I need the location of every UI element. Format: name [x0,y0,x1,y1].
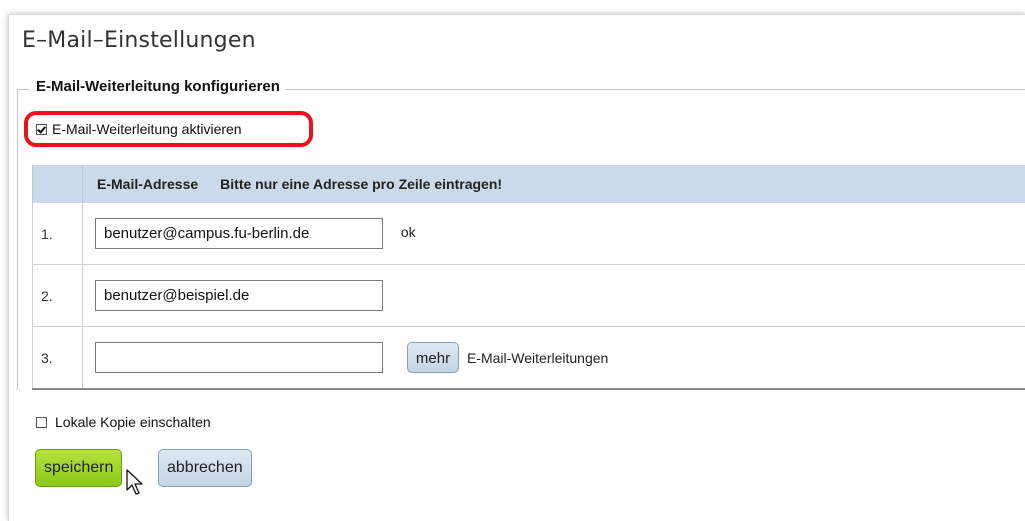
mouse-pointer-icon [126,469,146,497]
forward-address-input-3[interactable] [95,342,383,373]
activate-forwarding-checkbox[interactable] [36,124,47,135]
table-header-number [33,165,83,203]
header-address: E-Mail-Adresse [97,176,198,192]
activate-forwarding-label[interactable]: E-Mail-Weiterleitung aktivieren [52,121,242,137]
table-row: 2. [33,265,1025,327]
address-status-ok: ok [401,224,416,240]
more-forwardings-label: E-Mail-Weiterleitungen [467,350,608,366]
local-copy-label[interactable]: Lokale Kopie einschalten [55,414,211,430]
forward-address-input-2[interactable] [95,280,383,311]
table-header: E-Mail-Adresse Bitte nur eine Adresse pro… [83,165,1025,203]
row-number: 2. [33,265,83,327]
table-row: 1. ok [33,203,1025,265]
table-row: 3. mehr E-Mail-Weiterleitungen [33,327,1025,390]
row-number: 3. [33,327,83,390]
table-header-row: E-Mail-Adresse Bitte nur eine Adresse pro… [33,165,1025,203]
local-copy-checkbox[interactable] [36,417,47,428]
local-copy-option: Lokale Kopie einschalten [36,414,211,430]
more-forwardings-button[interactable]: mehr [407,342,459,373]
save-button[interactable]: speichern [35,449,122,487]
activate-forwarding-highlight: E-Mail-Weiterleitung aktivieren [24,111,313,147]
page-title: E–Mail–Einstellungen [22,28,256,53]
forwarding-legend: E-Mail-Weiterleitung konfigurieren [30,78,286,95]
cancel-button[interactable]: abbrechen [158,449,252,487]
row-number: 1. [33,203,83,265]
forwarding-address-table: E-Mail-Adresse Bitte nur eine Adresse pro… [32,165,1025,390]
header-hint: Bitte nur eine Adresse pro Zeile eintrag… [220,176,502,192]
forward-address-input-1[interactable] [95,218,383,249]
